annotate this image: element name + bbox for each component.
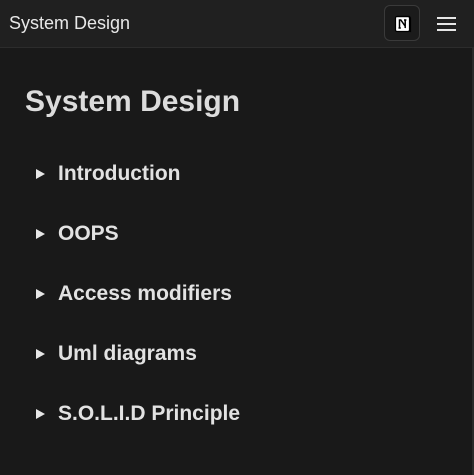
toggle-label[interactable]: OOPS xyxy=(58,222,119,246)
notion-button[interactable] xyxy=(384,5,420,41)
triangle-right-icon[interactable] xyxy=(34,228,46,240)
toggle-uml-diagrams[interactable]: Uml diagrams xyxy=(0,332,474,392)
triangle-right-icon[interactable] xyxy=(34,168,46,180)
menu-button[interactable] xyxy=(434,12,460,36)
toggle-solid-principle[interactable]: S.O.L.I.D Principle xyxy=(0,392,474,452)
top-bar: System Design xyxy=(0,0,474,48)
toggle-access-modifiers[interactable]: Access modifiers xyxy=(0,272,474,332)
triangle-right-icon[interactable] xyxy=(34,348,46,360)
toggle-label[interactable]: S.O.L.I.D Principle xyxy=(58,402,240,426)
toggle-oops[interactable]: OOPS xyxy=(0,212,474,272)
page-title: System Design xyxy=(25,85,241,118)
triangle-right-icon[interactable] xyxy=(34,288,46,300)
toggle-introduction[interactable]: Introduction xyxy=(0,152,474,212)
toggle-label[interactable]: Access modifiers xyxy=(58,282,232,306)
triangle-right-icon[interactable] xyxy=(34,408,46,420)
toggle-label[interactable]: Uml diagrams xyxy=(58,342,197,366)
toggle-list: Introduction OOPS Access modifiers Uml d… xyxy=(0,152,474,452)
app-title: System Design xyxy=(9,13,131,33)
toggle-label[interactable]: Introduction xyxy=(58,162,180,186)
hamburger-menu-icon xyxy=(437,17,456,31)
notion-logo-icon xyxy=(394,15,412,33)
